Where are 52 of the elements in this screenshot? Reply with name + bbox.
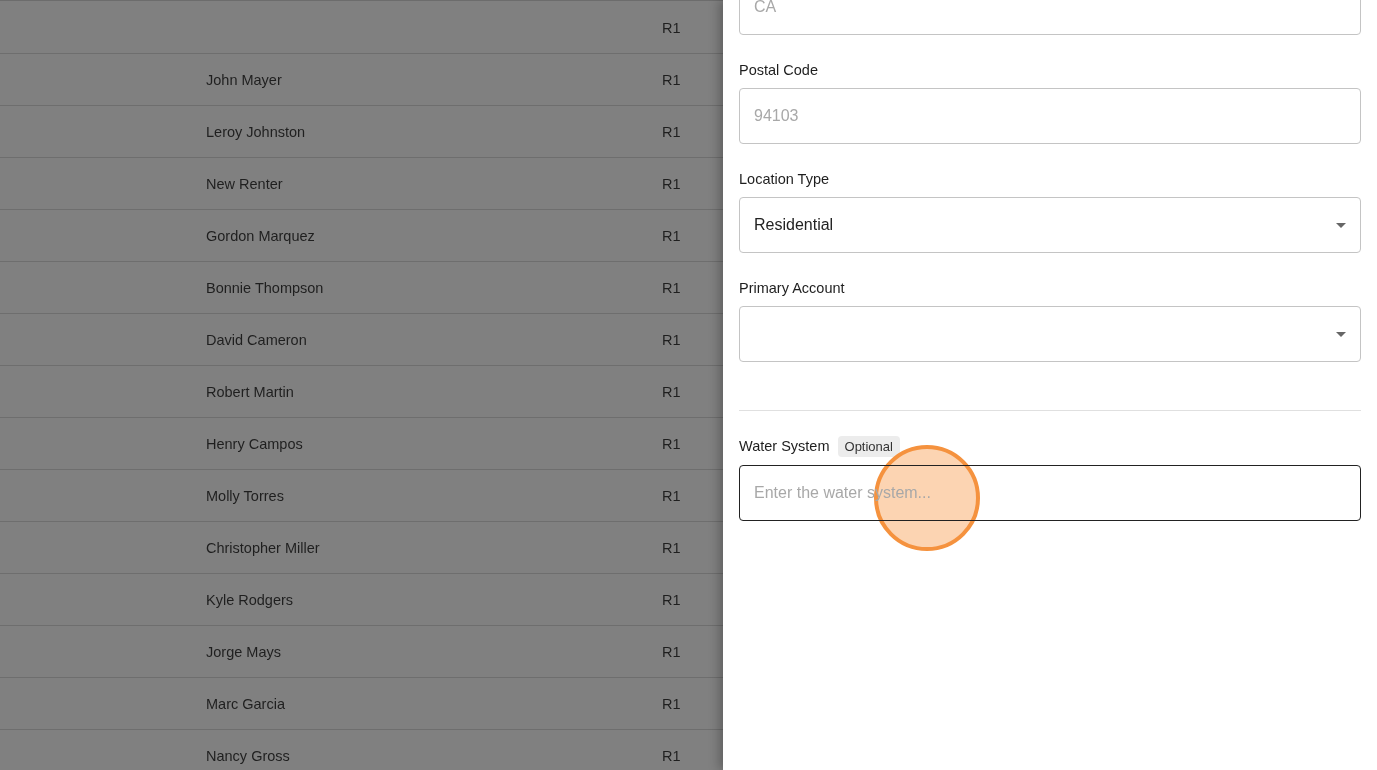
- table-cell-text: Kyle Rodgers: [206, 591, 295, 608]
- table-row[interactable]: R1: [0, 2, 723, 54]
- table-cell-text: John Mayer: [206, 71, 283, 88]
- table-row[interactable]: Jorge Mays R1: [0, 626, 723, 678]
- table-row[interactable]: Molly Torres R1: [0, 470, 723, 522]
- table-cell-text: R1: [662, 123, 682, 140]
- optional-tag: Optional: [837, 436, 900, 457]
- table-cell-text: Jorge Mays: [206, 643, 282, 660]
- field-label: Primary Account: [739, 279, 846, 298]
- field-label: Location Type: [739, 170, 831, 189]
- table-row[interactable]: Bonnie Thompson R1: [0, 262, 723, 314]
- table-cell-text: R1: [662, 175, 682, 192]
- dropdown-caret-icon: [1336, 331, 1346, 337]
- table-cell-text: Christopher Miller: [206, 539, 321, 556]
- table-cell-text: Henry Campos: [206, 435, 304, 452]
- table-cell-text: R1: [662, 331, 682, 348]
- select-field[interactable]: Residential: [739, 197, 1361, 253]
- table-cell-text: R1: [662, 643, 682, 660]
- select-field[interactable]: [739, 306, 1361, 362]
- table-row[interactable]: New Renter R1: [0, 158, 723, 210]
- table-cell-text: R1: [662, 227, 682, 244]
- dropdown-caret-icon: [1336, 222, 1346, 228]
- field-label: Water System: [739, 437, 830, 456]
- table-cell-text: Nancy Gross: [206, 747, 291, 764]
- table-cell-text: Leroy Johnston: [206, 123, 307, 140]
- table-row[interactable]: Leroy Johnston R1: [0, 106, 723, 158]
- table-cell-text: R1: [662, 747, 682, 764]
- table-row[interactable]: Marc Garcia R1: [0, 678, 723, 730]
- table-cell-text: R1: [662, 539, 682, 556]
- table-cell-text: New Renter: [206, 175, 284, 192]
- table-cell-text: R1: [662, 435, 682, 452]
- table-cell-text: David Cameron: [206, 331, 308, 348]
- table-cell-text: R1: [662, 591, 682, 608]
- table-row[interactable]: Kyle Rodgers R1: [0, 574, 723, 626]
- table-cell-text: R1: [662, 71, 682, 88]
- table-row[interactable]: David Cameron R1: [0, 314, 723, 366]
- table-row[interactable]: Robert Martin R1: [0, 366, 723, 418]
- table-cell-text: R1: [662, 487, 682, 504]
- table-cell-text: R1: [662, 19, 682, 36]
- table-cell-text: Gordon Marquez: [206, 227, 316, 244]
- table-row[interactable]: John Mayer R1: [0, 54, 723, 106]
- field-label: Postal Code: [739, 61, 819, 80]
- table-cell-text: Bonnie Thompson: [206, 279, 325, 296]
- table-cell-text: Molly Torres: [206, 487, 285, 504]
- table-cell-text: Robert Martin: [206, 383, 295, 400]
- table-cell-text: R1: [662, 383, 682, 400]
- table-cell-text: R1: [662, 695, 682, 712]
- table-row[interactable]: Christopher Miller R1: [0, 522, 723, 574]
- table-row[interactable]: Gordon Marquez R1: [0, 210, 723, 262]
- table-cell-text: Marc Garcia: [206, 695, 286, 712]
- table-row[interactable]: Henry Campos R1: [0, 418, 723, 470]
- table-cell-text: R1: [662, 279, 682, 296]
